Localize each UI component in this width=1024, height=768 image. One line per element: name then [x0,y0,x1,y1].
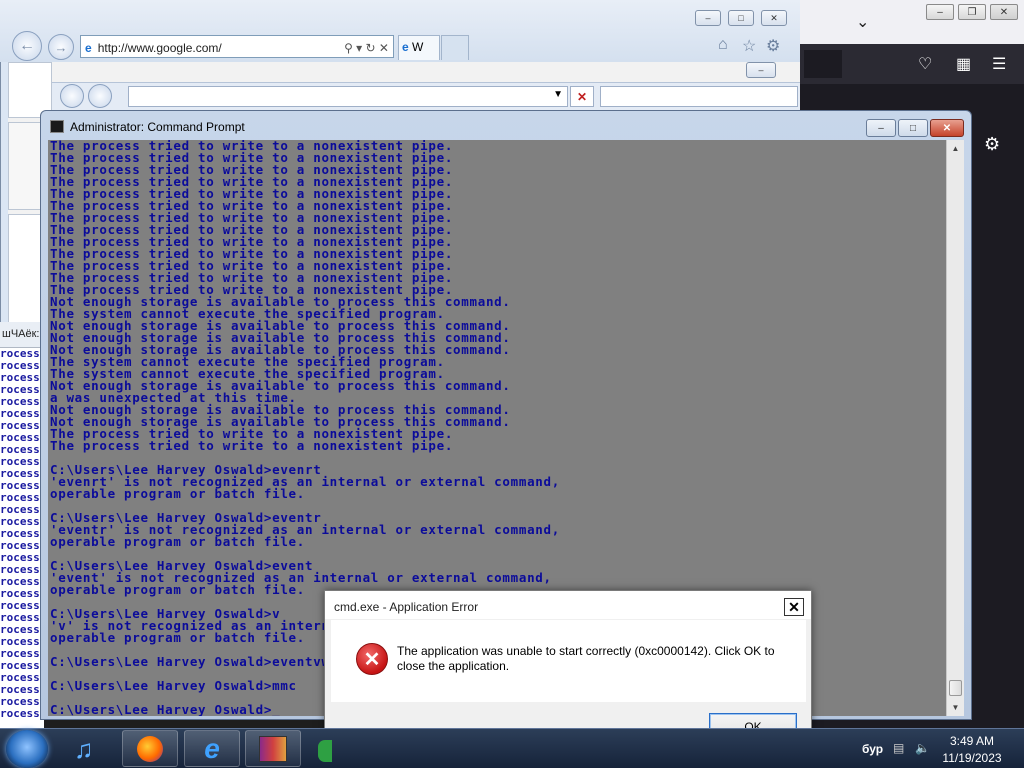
ie-tab[interactable]: e W [398,35,440,60]
bg-console-line: rocess [0,707,40,720]
back-icon[interactable]: ← [12,31,42,61]
chevron-down-icon[interactable]: ⌄ [856,12,869,32]
inner-search-box[interactable] [600,86,798,107]
ie-inner-minimize-button[interactable]: – [746,62,776,78]
home-icon[interactable]: ⌂ [718,36,728,54]
volume-muted-icon[interactable]: 🔈 [915,741,930,755]
forward-icon[interactable]: → [48,34,74,60]
cmd-maximize-button[interactable]: □ [898,119,928,137]
cmd-app-icon[interactable] [50,120,64,133]
firefox-close-button[interactable]: ✕ [990,4,1018,20]
cmd-close-button[interactable]: ✕ [930,119,964,137]
cmd-minimize-button[interactable]: – [866,119,896,137]
language-indicator[interactable]: бур [862,742,883,756]
console-line: operable program or batch file. [50,486,305,501]
firefox-restore-button[interactable]: ❐ [958,4,986,20]
favorites-icon[interactable]: ☆ [742,36,756,56]
console-line: The process tried to write to a nonexist… [50,438,454,453]
archive-icon [259,735,287,762]
taskbar-ie[interactable]: e [184,730,240,767]
clock[interactable]: 3:49 AM 11/19/2023 [930,733,1014,767]
error-close-button[interactable]: ✕ [784,598,804,616]
ie-restore-button[interactable]: □ [728,10,754,26]
ie-page-icon: e [85,41,92,55]
firefox-urlbar-fragment[interactable] [804,50,842,78]
address-url: http://www.google.com/ [97,41,222,55]
dropdown-icon[interactable]: ▼ [553,89,563,100]
bg-console: rocess rocess rocess rocess rocess rocess roce… [0,348,44,728]
network-icon[interactable]: ▤ [893,741,907,755]
inner-stop-icon[interactable]: ✕ [570,86,594,107]
ie-new-tab-button[interactable] [441,35,469,60]
start-button[interactable] [6,730,48,768]
taskbar-firefox[interactable] [122,730,178,767]
error-title: cmd.exe - Application Error [334,600,479,614]
taskbar-archive[interactable] [245,730,301,767]
pocket-icon[interactable]: ♡ [918,54,932,74]
firefox-minimize-button[interactable]: – [926,4,954,20]
firefox-sidebar [976,84,1024,730]
inner-forward-icon[interactable] [88,84,112,108]
firefox-icon [137,735,163,762]
ie-close-button[interactable]: ✕ [761,10,787,26]
music-player-icon[interactable]: ♫ [74,734,94,765]
console-line: operable program or batch file. [50,534,305,549]
scrollbar[interactable]: ▲ ▼ [946,140,964,716]
error-message: The application was unable to start corr… [397,644,775,673]
scroll-up-icon[interactable]: ▲ [947,140,964,157]
ie-tab-icon: e [402,40,409,54]
clock-date: 11/19/2023 [942,751,1002,765]
inner-address-bar[interactable]: ▼ [128,86,568,107]
tools-gear-icon[interactable]: ⚙ [766,36,780,56]
scroll-thumb[interactable] [949,680,962,696]
chrome-icon-partial[interactable] [318,740,332,762]
bg-console-title: шЧАёк: [0,322,44,348]
ie-tab-label: W [412,40,424,54]
address-bar[interactable]: e http://www.google.com/ ⚲ ▾ ↻ ✕ [80,35,394,58]
scroll-down-icon[interactable]: ▼ [947,699,964,716]
ie-minimize-button[interactable]: – [695,10,721,26]
error-icon: ✕ [356,643,388,675]
gear-icon[interactable]: ⚙ [984,134,1000,155]
inner-back-icon[interactable] [60,84,84,108]
menu-icon[interactable]: ☰ [992,54,1006,74]
extensions-icon[interactable]: ▦ [956,54,971,74]
cmd-title: Administrator: Command Prompt [70,120,245,134]
clock-time: 3:49 AM [949,734,995,748]
internet-explorer-icon: e [204,732,220,764]
search-icon[interactable]: ⚲ ▾ ↻ ✕ [344,41,389,55]
